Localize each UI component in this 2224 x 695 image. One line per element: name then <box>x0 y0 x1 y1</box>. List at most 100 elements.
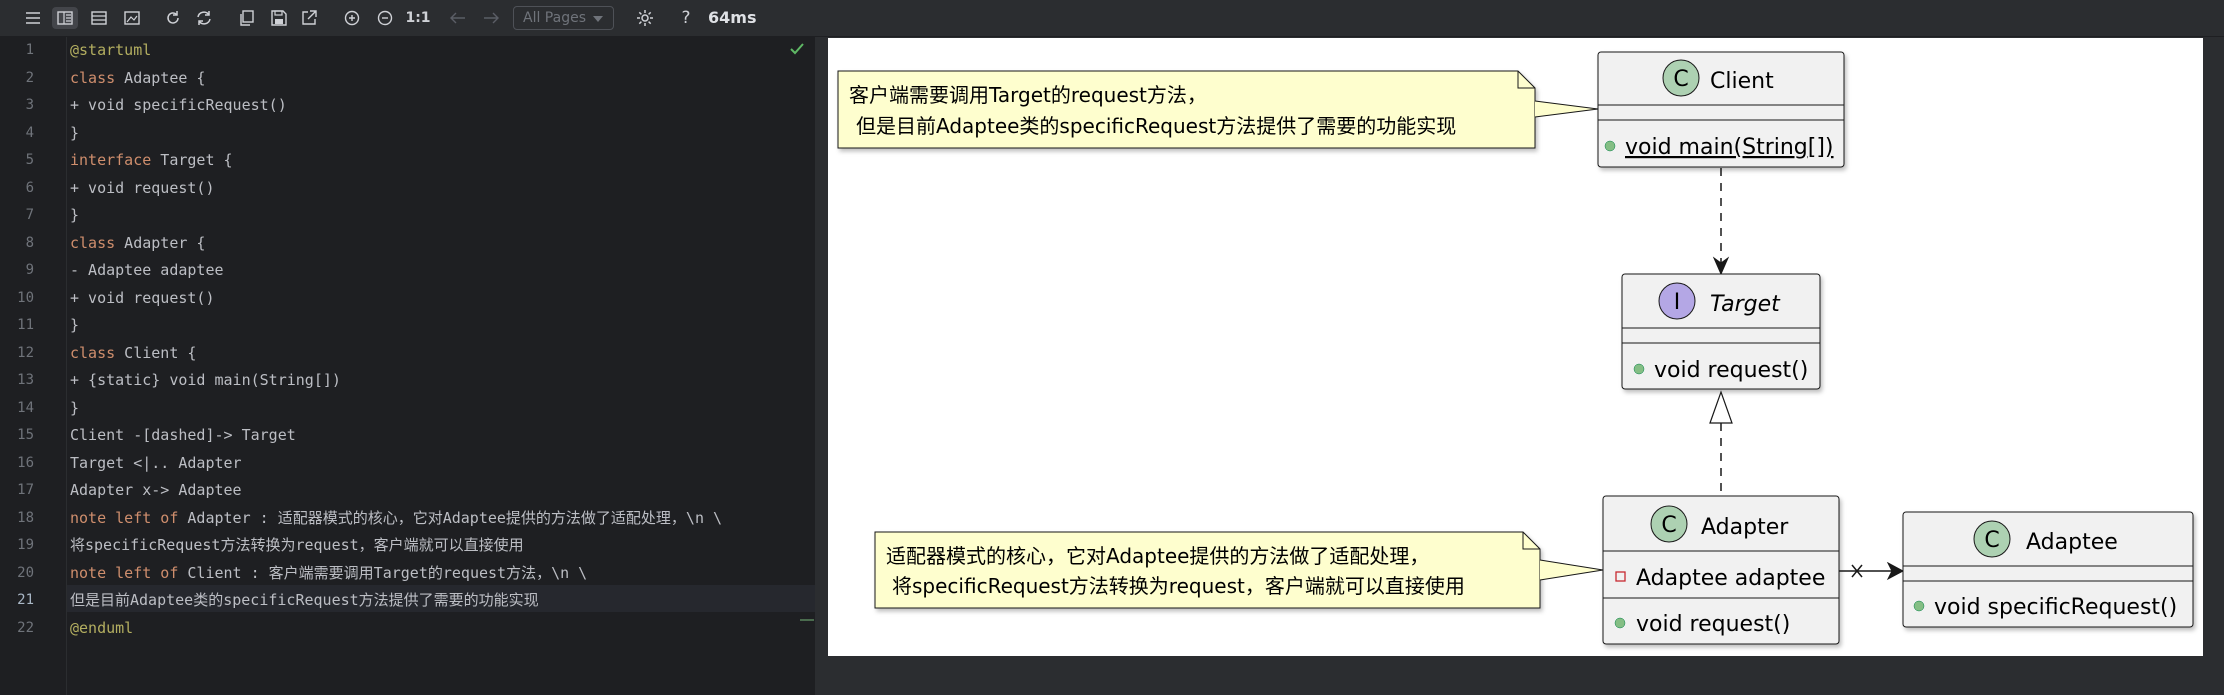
page-select-value: All Pages <box>523 10 586 26</box>
line-number: 22 <box>17 619 34 636</box>
line-number: 14 <box>17 399 34 416</box>
code-line-19[interactable]: 将specificRequest方法转换为request，客户端就可以直接使用 <box>70 532 524 560</box>
line-number: 19 <box>17 537 34 553</box>
line-number: 5 <box>25 152 34 168</box>
public-dot-icon <box>1604 140 1616 152</box>
code-line-16[interactable]: Target <|.. Adapter <box>70 450 242 478</box>
line-number: 1 <box>25 42 34 58</box>
code-line-4[interactable]: } <box>70 120 79 148</box>
line-number: 21 <box>17 592 34 608</box>
line-number: 7 <box>25 207 34 223</box>
note-adapter-line-1: 适配器模式的核心，它对Adaptee提供的方法做了适配处理， <box>886 544 1429 568</box>
help-icon[interactable]: ? <box>675 7 697 29</box>
dependency-arrow <box>1712 168 1730 276</box>
code-line-22[interactable]: @enduml <box>70 615 133 643</box>
code-line-1[interactable]: @startuml <box>70 37 151 65</box>
class-client: C Client void main(String[]) <box>1597 51 1845 168</box>
class-adaptee: C Adaptee void specificRequest() <box>1902 511 2194 628</box>
line-number: 8 <box>25 234 34 251</box>
line-number: 16 <box>17 454 34 471</box>
line-number: 9 <box>25 262 34 278</box>
menu-icon[interactable] <box>22 7 44 29</box>
actual-size-button[interactable]: 1:1 <box>405 7 431 29</box>
note-client-line-1: 客户端需要调用Target的request方法， <box>849 83 1207 107</box>
association-arrow <box>1839 561 1905 581</box>
code-line-12[interactable]: class Client { <box>70 340 196 368</box>
class-icon: C <box>1984 528 1999 553</box>
code-editor[interactable]: @startuml class Adaptee { + void specifi… <box>67 37 815 695</box>
copy-icon[interactable] <box>236 7 258 29</box>
code-line-14[interactable]: } <box>70 395 79 423</box>
render-time: 64ms <box>708 8 757 27</box>
preview-only-icon[interactable] <box>121 7 143 29</box>
sync-icon[interactable] <box>193 7 215 29</box>
client-method: void main(String[]) <box>1625 135 1834 160</box>
adapter-field: Adaptee adaptee <box>1636 566 1825 591</box>
note-adapter-line-2: 将specificRequest方法转换为request，客户端就可以直接使用 <box>892 574 1465 598</box>
adapter-method: void request() <box>1636 612 1790 637</box>
diagram-canvas: 客户端需要调用Target的request方法， 但是目前Adaptee类的sp… <box>828 38 2203 656</box>
code-line-5[interactable]: interface Target { <box>70 147 233 175</box>
line-number: 18 <box>17 509 34 526</box>
realization-arrow <box>1709 390 1733 496</box>
note-client-line-2: 但是目前Adaptee类的specificRequest方法提供了需要的功能实现 <box>856 114 1456 138</box>
toolbar: 1:1 All Pages ? 64ms <box>0 0 2224 37</box>
public-dot-icon <box>1614 617 1626 629</box>
line-number: 13 <box>17 372 34 388</box>
next-page-icon[interactable] <box>480 7 502 29</box>
line-number-gutter: 1 2 3 4 5 6 7 8 9 10 11 12 13 14 15 16 17 18 19 20 21 22 <box>0 37 67 695</box>
public-dot-icon <box>1913 600 1925 612</box>
line-number: 10 <box>17 289 34 306</box>
note-adapter: 适配器模式的核心，它对Adaptee提供的方法做了适配处理， 将specific… <box>874 531 1604 609</box>
open-external-icon[interactable] <box>298 7 320 29</box>
settings-icon[interactable] <box>634 7 656 29</box>
code-line-11[interactable]: } <box>70 312 79 340</box>
zoom-in-icon[interactable] <box>341 7 363 29</box>
zoom-out-icon[interactable] <box>374 7 396 29</box>
code-line-17[interactable]: Adapter x-> Adaptee <box>70 477 242 505</box>
code-line-10[interactable]: + void request() <box>70 285 215 313</box>
class-icon: C <box>1661 513 1676 538</box>
client-class-name: Client <box>1710 69 1774 94</box>
prev-page-icon[interactable] <box>447 7 469 29</box>
code-line-13[interactable]: + {static} void main(String[]) <box>70 367 341 395</box>
line-number: 6 <box>25 179 34 196</box>
line-number: 15 <box>17 427 34 443</box>
code-line-20[interactable]: note left of Client : 客户端需要调用Target的requ… <box>70 560 587 588</box>
line-number: 12 <box>17 344 34 361</box>
class-icon: C <box>1673 67 1688 92</box>
code-line-18[interactable]: note left of Adapter : 适配器模式的核心，它对Adapte… <box>70 505 722 533</box>
code-line-6[interactable]: + void request() <box>70 175 215 203</box>
line-number: 17 <box>17 482 34 498</box>
note-client: 客户端需要调用Target的request方法， 但是目前Adaptee类的sp… <box>837 70 1599 149</box>
splitter[interactable] <box>815 37 828 695</box>
interface-target: I Target void request() <box>1621 273 1821 390</box>
code-line-2[interactable]: class Adaptee { <box>70 65 205 93</box>
chevron-down-icon <box>593 16 603 22</box>
public-dot-icon <box>1633 363 1645 375</box>
adaptee-class-name: Adaptee <box>2026 530 2118 555</box>
code-line-3[interactable]: + void specificRequest() <box>70 92 287 120</box>
check-icon <box>790 43 804 55</box>
code-line-7[interactable]: } <box>70 202 79 230</box>
code-line-8[interactable]: class Adapter { <box>70 230 205 258</box>
line-number: 11 <box>17 317 34 333</box>
adapter-class-name: Adapter <box>1701 515 1789 540</box>
adaptee-method: void specificRequest() <box>1934 595 2177 620</box>
line-number: 2 <box>25 69 34 86</box>
line-number: 3 <box>25 97 34 113</box>
refresh-icon[interactable] <box>162 7 184 29</box>
change-marker <box>800 619 814 621</box>
page-select[interactable]: All Pages <box>513 6 614 30</box>
save-icon[interactable] <box>268 7 290 29</box>
class-adapter: C Adapter Adaptee adaptee void request() <box>1602 495 1840 645</box>
code-line-15[interactable]: Client -[dashed]-> Target <box>70 422 296 450</box>
split-view-icon[interactable] <box>52 7 78 29</box>
editor-only-icon[interactable] <box>88 7 110 29</box>
interface-icon: I <box>1674 290 1681 315</box>
line-number: 20 <box>17 564 34 581</box>
line-number: 4 <box>25 124 34 141</box>
code-line-21[interactable]: 但是目前Adaptee类的specificRequest方法提供了需要的功能实现 <box>70 587 539 615</box>
code-line-9[interactable]: - Adaptee adaptee <box>70 257 224 285</box>
target-method: void request() <box>1654 358 1808 383</box>
